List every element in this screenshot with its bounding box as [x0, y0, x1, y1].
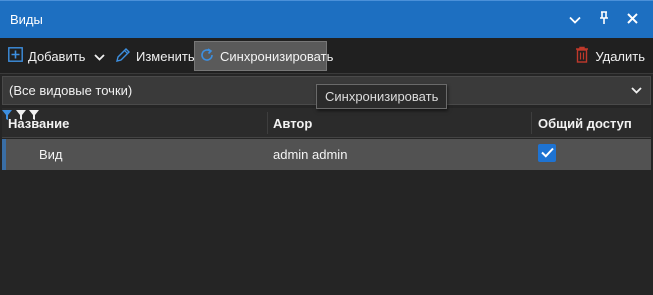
pin-button[interactable] [589, 1, 618, 39]
toolbar: Добавить Изменить Синхронизировать Удали… [0, 38, 653, 74]
edit-button[interactable]: Изменить [115, 41, 195, 71]
viewpoint-filter-value: (Все видовые точки) [9, 83, 133, 98]
grid-header: Название Автор Общий доступ [2, 108, 651, 138]
column-header-name[interactable]: Название [8, 108, 69, 138]
sync-tooltip: Синхронизировать [316, 84, 448, 109]
column-header-author[interactable]: Автор [273, 108, 312, 138]
grid-empty-area [2, 170, 651, 293]
delete-button[interactable]: Удалить [575, 41, 645, 71]
sync-button-label: Синхронизировать [220, 48, 334, 64]
add-dropdown-chevron-icon[interactable] [94, 49, 106, 64]
window-controls [560, 1, 647, 39]
column-header-shared-label: Общий доступ [538, 115, 632, 131]
window-menu-button[interactable] [560, 1, 589, 39]
pin-icon [599, 11, 609, 28]
window-titlebar: Виды [0, 0, 653, 38]
row-selection-marker [2, 139, 6, 170]
column-separator[interactable] [531, 112, 532, 134]
column-header-name-label: Название [8, 115, 70, 131]
chevron-down-icon [568, 12, 581, 27]
row-name-cell: Вид [39, 147, 63, 162]
pencil-icon [115, 47, 131, 66]
shared-access-checkbox[interactable] [538, 144, 556, 162]
plus-box-icon [8, 47, 23, 65]
row-author-cell: admin admin [273, 147, 348, 162]
column-header-shared[interactable]: Общий доступ [538, 108, 632, 138]
add-button-label: Добавить [28, 48, 86, 64]
delete-button-label: Удалить [595, 48, 645, 64]
sync-button[interactable]: Синхронизировать [194, 41, 333, 71]
add-button[interactable]: Добавить [8, 41, 106, 71]
column-header-author-label: Автор [273, 115, 313, 131]
edit-button-label: Изменить [136, 48, 195, 64]
window-title: Виды [10, 12, 43, 27]
close-button[interactable] [618, 1, 647, 39]
column-separator[interactable] [267, 112, 268, 134]
close-icon [627, 12, 638, 27]
chevron-down-icon[interactable] [631, 87, 642, 94]
sync-icon [199, 47, 215, 66]
trash-icon [575, 46, 589, 66]
checkmark-icon [540, 146, 554, 161]
